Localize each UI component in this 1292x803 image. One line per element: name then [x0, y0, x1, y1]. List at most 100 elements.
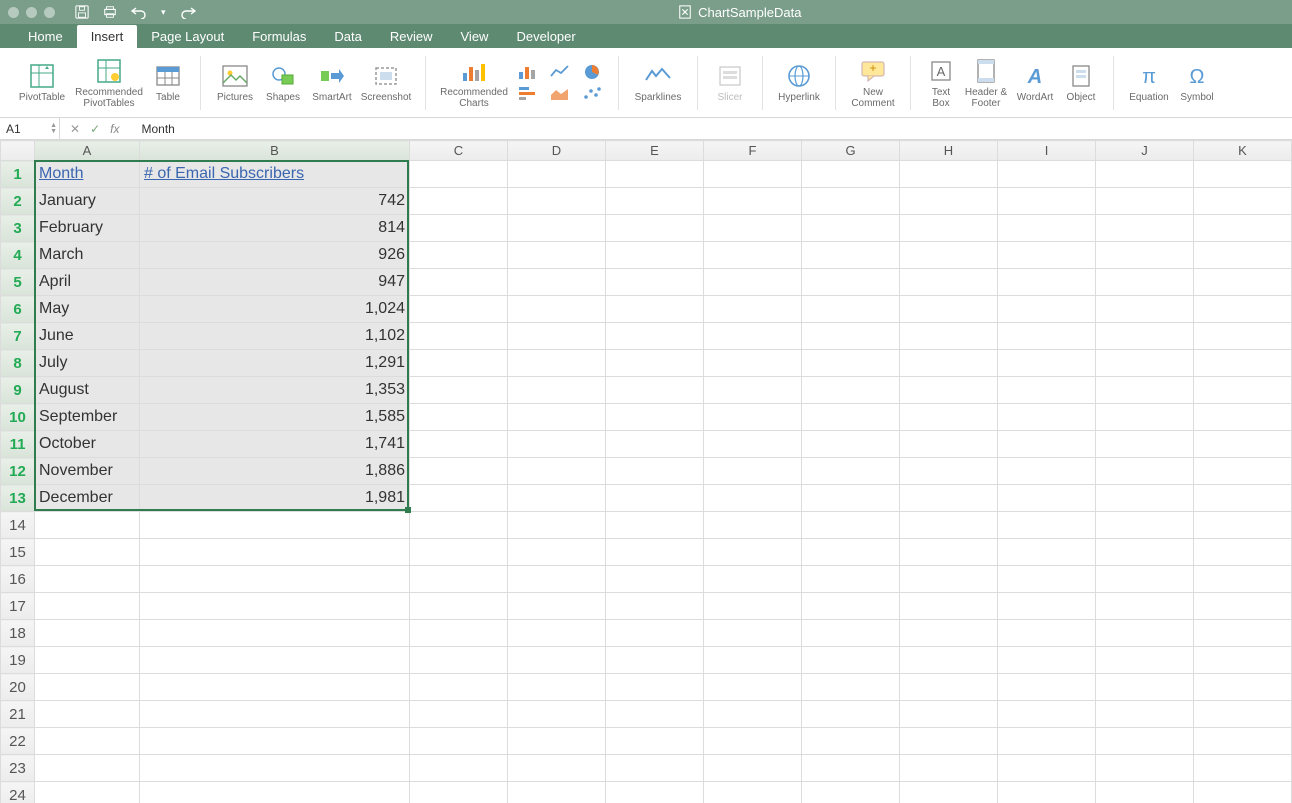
spreadsheet-grid[interactable]: ABCDEFGHIJK1Month# of Email Subscribers2… — [0, 140, 1292, 803]
cell-F5[interactable] — [704, 269, 802, 296]
cell-I17[interactable] — [998, 593, 1096, 620]
cell-F6[interactable] — [704, 296, 802, 323]
cell-D12[interactable] — [508, 458, 606, 485]
row-header-3[interactable]: 3 — [1, 215, 35, 242]
cell-D19[interactable] — [508, 647, 606, 674]
cell-F9[interactable] — [704, 377, 802, 404]
cell-E12[interactable] — [606, 458, 704, 485]
cell-G18[interactable] — [802, 620, 900, 647]
cell-B5[interactable]: 947 — [140, 269, 410, 296]
cell-K10[interactable] — [1194, 404, 1292, 431]
cell-H23[interactable] — [900, 755, 998, 782]
cell-C4[interactable] — [410, 242, 508, 269]
cell-D11[interactable] — [508, 431, 606, 458]
cell-E18[interactable] — [606, 620, 704, 647]
cell-G20[interactable] — [802, 674, 900, 701]
cell-H16[interactable] — [900, 566, 998, 593]
column-header-A[interactable]: A — [35, 141, 140, 161]
cell-F18[interactable] — [704, 620, 802, 647]
row-header-17[interactable]: 17 — [1, 593, 35, 620]
qat-print-icon[interactable] — [103, 5, 117, 19]
cell-B3[interactable]: 814 — [140, 215, 410, 242]
cell-B21[interactable] — [140, 701, 410, 728]
minimize-window-button[interactable] — [26, 7, 37, 18]
enter-formula-icon[interactable]: ✓ — [90, 122, 100, 136]
cell-A14[interactable] — [35, 512, 140, 539]
cell-F1[interactable] — [704, 161, 802, 188]
cell-B13[interactable]: 1,981 — [140, 485, 410, 512]
cell-K23[interactable] — [1194, 755, 1292, 782]
row-header-8[interactable]: 8 — [1, 350, 35, 377]
cell-E16[interactable] — [606, 566, 704, 593]
cell-D18[interactable] — [508, 620, 606, 647]
column-header-C[interactable]: C — [410, 141, 508, 161]
cell-A9[interactable]: August — [35, 377, 140, 404]
cell-H19[interactable] — [900, 647, 998, 674]
cell-K11[interactable] — [1194, 431, 1292, 458]
cell-B23[interactable] — [140, 755, 410, 782]
select-all-corner[interactable] — [1, 141, 35, 161]
cell-B16[interactable] — [140, 566, 410, 593]
cell-I16[interactable] — [998, 566, 1096, 593]
cell-A5[interactable]: April — [35, 269, 140, 296]
cell-C13[interactable] — [410, 485, 508, 512]
cell-D23[interactable] — [508, 755, 606, 782]
cell-K19[interactable] — [1194, 647, 1292, 674]
cell-I5[interactable] — [998, 269, 1096, 296]
cell-D21[interactable] — [508, 701, 606, 728]
cell-A19[interactable] — [35, 647, 140, 674]
cell-F24[interactable] — [704, 782, 802, 803]
cell-J10[interactable] — [1096, 404, 1194, 431]
cell-B12[interactable]: 1,886 — [140, 458, 410, 485]
row-header-9[interactable]: 9 — [1, 377, 35, 404]
cell-K18[interactable] — [1194, 620, 1292, 647]
cell-I20[interactable] — [998, 674, 1096, 701]
cell-H3[interactable] — [900, 215, 998, 242]
cell-K15[interactable] — [1194, 539, 1292, 566]
cell-C1[interactable] — [410, 161, 508, 188]
cell-B7[interactable]: 1,102 — [140, 323, 410, 350]
cell-F10[interactable] — [704, 404, 802, 431]
cell-G1[interactable] — [802, 161, 900, 188]
cell-B10[interactable]: 1,585 — [140, 404, 410, 431]
cell-G15[interactable] — [802, 539, 900, 566]
cell-H11[interactable] — [900, 431, 998, 458]
cell-E22[interactable] — [606, 728, 704, 755]
cell-I7[interactable] — [998, 323, 1096, 350]
cell-F2[interactable] — [704, 188, 802, 215]
cell-G3[interactable] — [802, 215, 900, 242]
cell-A10[interactable]: September — [35, 404, 140, 431]
cell-F13[interactable] — [704, 485, 802, 512]
cell-H22[interactable] — [900, 728, 998, 755]
cell-D3[interactable] — [508, 215, 606, 242]
row-header-6[interactable]: 6 — [1, 296, 35, 323]
cell-I19[interactable] — [998, 647, 1096, 674]
new-comment-button[interactable]: + New Comment — [846, 51, 900, 115]
column-header-D[interactable]: D — [508, 141, 606, 161]
tab-review[interactable]: Review — [376, 25, 447, 48]
cell-C9[interactable] — [410, 377, 508, 404]
cell-I10[interactable] — [998, 404, 1096, 431]
row-header-15[interactable]: 15 — [1, 539, 35, 566]
cell-A4[interactable]: March — [35, 242, 140, 269]
cell-H12[interactable] — [900, 458, 998, 485]
cell-K20[interactable] — [1194, 674, 1292, 701]
cell-C16[interactable] — [410, 566, 508, 593]
fx-icon[interactable]: fx — [110, 122, 127, 136]
cell-C3[interactable] — [410, 215, 508, 242]
cell-J7[interactable] — [1096, 323, 1194, 350]
equation-button[interactable]: π Equation — [1124, 51, 1174, 115]
cell-K14[interactable] — [1194, 512, 1292, 539]
row-header-16[interactable]: 16 — [1, 566, 35, 593]
cell-C14[interactable] — [410, 512, 508, 539]
tab-insert[interactable]: Insert — [77, 25, 138, 48]
cell-I24[interactable] — [998, 782, 1096, 803]
object-button[interactable]: Object — [1059, 51, 1103, 115]
cell-C2[interactable] — [410, 188, 508, 215]
cell-A21[interactable] — [35, 701, 140, 728]
cell-G14[interactable] — [802, 512, 900, 539]
row-header-13[interactable]: 13 — [1, 485, 35, 512]
cell-K1[interactable] — [1194, 161, 1292, 188]
cell-D22[interactable] — [508, 728, 606, 755]
cell-G17[interactable] — [802, 593, 900, 620]
